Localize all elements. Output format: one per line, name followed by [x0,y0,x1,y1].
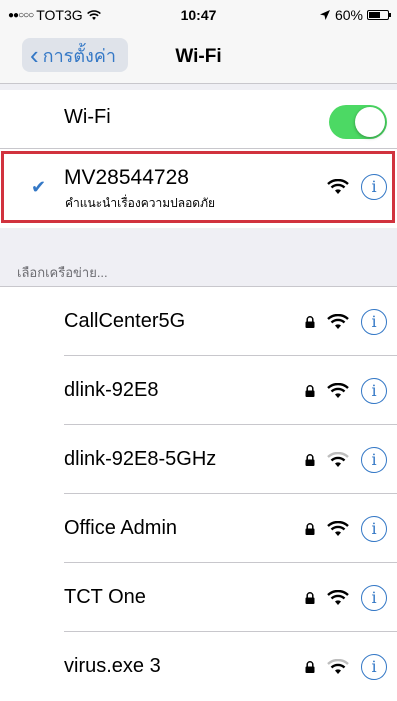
choose-network-header: เลือกเครือข่าย... [17,265,108,280]
lock-icon [305,454,315,466]
toggle-knob [355,107,385,137]
status-bar: ●●○○○ TOT3G 10:47 60% [0,0,397,30]
network-name: virus.exe 3 [64,655,161,677]
wifi-toggle-label: Wi-Fi [64,106,111,128]
status-right: 60% [319,7,391,23]
wifi-toggle-switch[interactable] [329,105,387,139]
lock-icon [305,523,315,535]
info-icon[interactable]: i [361,654,387,680]
lock-icon [305,661,315,673]
wifi-signal-icon [327,383,349,398]
checkmark-icon: ✔ [31,177,47,197]
wifi-toggle-row: Wi-Fi [0,90,397,148]
security-recommendation-label: คำแนะนำเรื่องความปลอดภัย [65,196,216,210]
lock-icon [305,385,315,397]
lock-icon [305,592,315,604]
navigation-bar: ‹ การตั้งค่า Wi-Fi [0,30,397,84]
network-row[interactable]: dlink-92E8 i [0,356,397,425]
lock-icon [305,316,315,328]
network-row[interactable]: Office Admin i [0,494,397,563]
battery-percent: 60% [334,7,363,23]
battery-tip [389,13,391,17]
network-name: TCT One [64,586,146,608]
network-row[interactable]: dlink-92E8-5GHz i [0,425,397,494]
info-icon[interactable]: i [361,585,387,611]
info-icon[interactable]: i [361,309,387,335]
network-row[interactable]: CallCenter5G i [0,287,397,356]
info-icon[interactable]: i [361,378,387,404]
wifi-signal-icon [327,179,349,194]
battery-icon [367,10,391,20]
info-icon[interactable]: i [361,516,387,542]
network-name: dlink-92E8 [64,379,159,401]
battery-level [369,12,380,18]
network-name: Office Admin [64,517,178,539]
network-row[interactable]: virus.exe 3 i [0,632,397,701]
connected-network-row[interactable]: ✔ MV28544728 คำแนะนำเรื่องความปลอดภัย i [0,148,397,228]
network-row[interactable]: TCT One i [0,563,397,632]
network-name: CallCenter5G [64,310,186,332]
info-icon[interactable]: i [361,447,387,473]
connected-network-name: MV28544728 [64,166,189,189]
location-arrow-icon [319,10,330,20]
page-title: Wi-Fi [175,46,222,67]
network-list: CallCenter5G i dlink-92E8 i dlink-92E8-5… [0,286,397,701]
wifi-signal-icon [327,314,349,329]
wifi-group: Wi-Fi ✔ MV28544728 คำแนะนำเรื่องความปลอด… [0,90,397,228]
wifi-signal-icon [327,521,349,536]
network-name: dlink-92E8-5GHz [64,448,217,470]
info-icon[interactable]: i [361,174,387,200]
wifi-signal-weak-icon [327,659,349,674]
wifi-signal-icon [327,590,349,605]
wifi-signal-weak-icon [327,452,349,467]
